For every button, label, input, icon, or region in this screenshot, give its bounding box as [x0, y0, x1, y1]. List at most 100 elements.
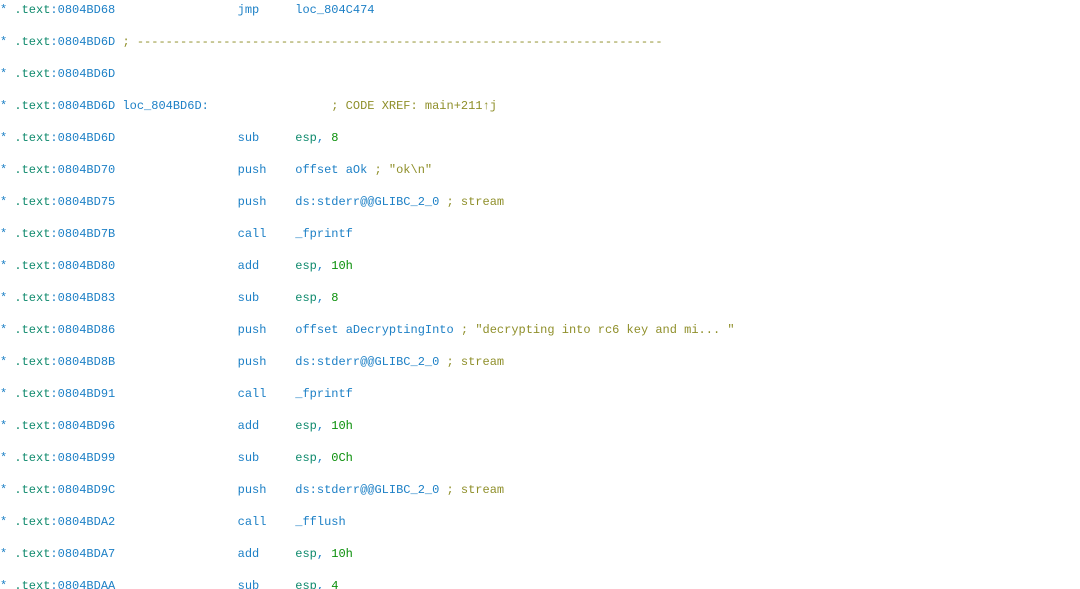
address: 0804BD9C [58, 483, 116, 497]
segment-name: .text [14, 451, 50, 465]
segment-name: .text [14, 547, 50, 561]
line-exec-marker: * [0, 323, 7, 337]
disasm-line[interactable]: * .text:0804BD83 sub esp, 8 [0, 290, 1080, 306]
comment: ; stream [447, 195, 505, 209]
line-exec-marker: * [0, 483, 7, 497]
comment-divider: ; --------------------------------------… [122, 35, 662, 49]
disasm-line[interactable]: * .text:0804BD96 add esp, 10h [0, 418, 1080, 434]
segment-name: .text [14, 67, 50, 81]
mnemonic: call [238, 515, 296, 529]
disasm-line[interactable]: * .text:0804BDA7 add esp, 10h [0, 546, 1080, 562]
address: 0804BD75 [58, 195, 116, 209]
line-exec-marker: * [0, 515, 7, 529]
mnemonic: push [238, 483, 296, 497]
disasm-line[interactable]: * .text:0804BD91 call _fprintf [0, 386, 1080, 402]
segment-name: .text [14, 131, 50, 145]
segment-name: .text [14, 387, 50, 401]
segment-name: .text [14, 259, 50, 273]
address: 0804BD68 [58, 3, 116, 17]
mnemonic: call [238, 387, 296, 401]
mnemonic: sub [238, 579, 296, 589]
code-label: loc_804BD6D: [122, 99, 208, 113]
line-exec-marker: * [0, 3, 7, 17]
disasm-line[interactable]: * .text:0804BD86 push offset aDecrypting… [0, 322, 1080, 338]
comment: ; "decrypting into rc6 key and mi... " [461, 323, 735, 337]
mnemonic: sub [238, 451, 296, 465]
segment-name: .text [14, 99, 50, 113]
segment-name: .text [14, 3, 50, 17]
line-exec-marker: * [0, 67, 7, 81]
address: 0804BD80 [58, 259, 116, 273]
address: 0804BD6D [58, 67, 116, 81]
disasm-line[interactable]: * .text:0804BD6D sub esp, 8 [0, 130, 1080, 146]
comment: ; stream [447, 483, 505, 497]
mnemonic: push [238, 355, 296, 369]
address: 0804BD96 [58, 419, 116, 433]
line-exec-marker: * [0, 227, 7, 241]
segment-name: .text [14, 35, 50, 49]
segment-name: .text [14, 483, 50, 497]
line-exec-marker: * [0, 259, 7, 273]
disasm-line[interactable]: * .text:0804BD6D ; ---------------------… [0, 34, 1080, 50]
comment: ; "ok\n" [375, 163, 433, 177]
line-exec-marker: * [0, 419, 7, 433]
address: 0804BD99 [58, 451, 116, 465]
segment-name: .text [14, 579, 50, 589]
mnemonic: push [238, 163, 296, 177]
line-exec-marker: * [0, 387, 7, 401]
address: 0804BD6D [58, 35, 116, 49]
address: 0804BD70 [58, 163, 116, 177]
line-exec-marker: * [0, 547, 7, 561]
line-exec-marker: * [0, 195, 7, 209]
segment-name: .text [14, 355, 50, 369]
disasm-line[interactable]: * .text:0804BD7B call _fprintf [0, 226, 1080, 242]
disasm-line[interactable]: * .text:0804BD6D [0, 66, 1080, 82]
address: 0804BD91 [58, 387, 116, 401]
mnemonic: add [238, 419, 296, 433]
mnemonic: sub [238, 131, 296, 145]
disasm-line[interactable]: * .text:0804BD9C push ds:stderr@@GLIBC_2… [0, 482, 1080, 498]
segment-name: .text [14, 323, 50, 337]
segment-name: .text [14, 163, 50, 177]
address: 0804BDA7 [58, 547, 116, 561]
line-exec-marker: * [0, 131, 7, 145]
disasm-line[interactable]: * .text:0804BD80 add esp, 10h [0, 258, 1080, 274]
disassembly-listing[interactable]: * .text:0804BD68 jmp loc_804C474 * .text… [0, 0, 1080, 589]
mnemonic: add [238, 547, 296, 561]
mnemonic: add [238, 259, 296, 273]
mnemonic: push [238, 323, 296, 337]
comment: ; stream [447, 355, 505, 369]
mnemonic: jmp [238, 3, 296, 17]
address: 0804BDAA [58, 579, 116, 589]
address: 0804BD7B [58, 227, 116, 241]
address: 0804BD86 [58, 323, 116, 337]
segment-name: .text [14, 291, 50, 305]
address: 0804BD6D [58, 131, 116, 145]
disasm-line[interactable]: * .text:0804BD70 push offset aOk ; "ok\n… [0, 162, 1080, 178]
line-exec-marker: * [0, 355, 7, 369]
disasm-line[interactable]: * .text:0804BD8B push ds:stderr@@GLIBC_2… [0, 354, 1080, 370]
line-exec-marker: * [0, 291, 7, 305]
disasm-line[interactable]: * .text:0804BD75 push ds:stderr@@GLIBC_2… [0, 194, 1080, 210]
disasm-line[interactable]: * .text:0804BDAA sub esp, 4 [0, 578, 1080, 589]
segment-name: .text [14, 195, 50, 209]
line-exec-marker: * [0, 451, 7, 465]
disasm-line[interactable]: * .text:0804BD6D loc_804BD6D: ; CODE XRE… [0, 98, 1080, 114]
address: 0804BD8B [58, 355, 116, 369]
line-exec-marker: * [0, 99, 7, 113]
xref-comment: ; CODE XREF: main+211↑j [331, 99, 497, 113]
disasm-line[interactable]: * .text:0804BDA2 call _fflush [0, 514, 1080, 530]
address: 0804BDA2 [58, 515, 116, 529]
mnemonic: sub [238, 291, 296, 305]
address: 0804BD83 [58, 291, 116, 305]
segment-name: .text [14, 227, 50, 241]
disasm-line[interactable]: * .text:0804BD68 jmp loc_804C474 [0, 2, 1080, 18]
line-exec-marker: * [0, 35, 7, 49]
segment-name: .text [14, 515, 50, 529]
line-exec-marker: * [0, 579, 7, 589]
mnemonic: call [238, 227, 296, 241]
segment-name: .text [14, 419, 50, 433]
mnemonic: push [238, 195, 296, 209]
disasm-line[interactable]: * .text:0804BD99 sub esp, 0Ch [0, 450, 1080, 466]
line-exec-marker: * [0, 163, 7, 177]
